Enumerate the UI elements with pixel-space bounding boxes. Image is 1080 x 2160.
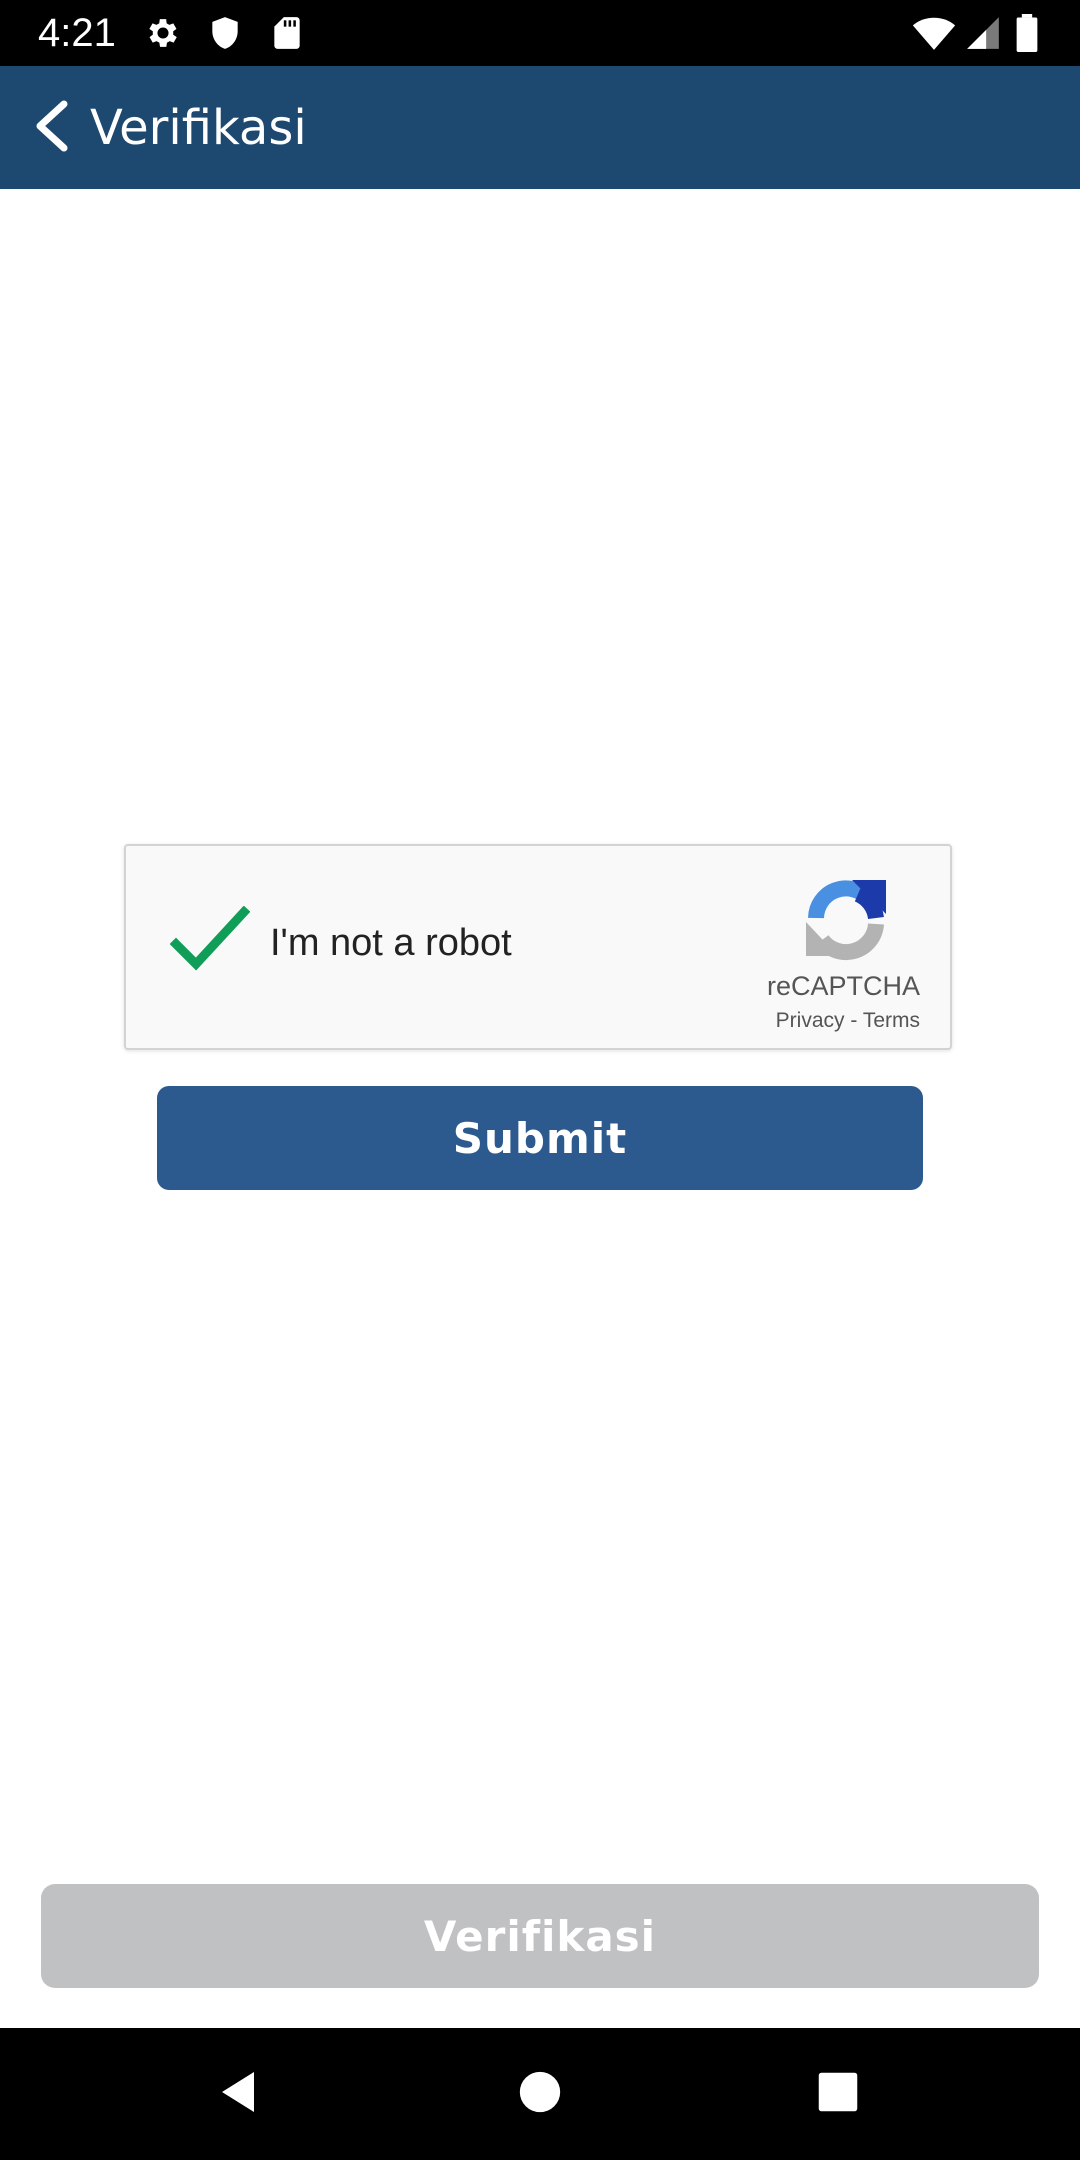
page-title: Verifikasi: [90, 100, 307, 156]
signal-icon: [964, 14, 1002, 52]
battery-icon: [1014, 14, 1040, 53]
nav-back-button[interactable]: [210, 2064, 270, 2124]
nav-home-button[interactable]: [510, 2064, 570, 2124]
system-nav-bar: [0, 2028, 1080, 2160]
terms-link[interactable]: Terms: [863, 1009, 920, 1032]
wifi-icon: [912, 14, 956, 52]
nav-recents-button[interactable]: [808, 2064, 868, 2124]
link-separator: -: [844, 1009, 863, 1032]
recaptcha-brand: reCAPTCHA: [766, 971, 920, 1001]
sd-card-icon: [268, 14, 306, 52]
app-bar: Verifikasi: [0, 66, 1080, 189]
privacy-link[interactable]: Privacy: [776, 1009, 845, 1032]
recents-square-icon: [817, 2071, 859, 2118]
recaptcha-checkbox[interactable]: [169, 905, 251, 978]
recaptcha-label: I'm not a robot: [270, 922, 512, 964]
chevron-left-icon: [32, 100, 72, 157]
shield-icon: [206, 14, 244, 52]
submit-button[interactable]: Submit: [157, 1086, 923, 1190]
back-triangle-icon: [216, 2068, 264, 2121]
verification-screen: 4:21 Verifikasi I'm not a robot reCAPTCH…: [0, 0, 1080, 2160]
checkmark-icon: [169, 905, 251, 982]
status-bar: 4:21: [0, 0, 1080, 66]
verify-button[interactable]: Verifikasi: [41, 1884, 1039, 1988]
recaptcha-logo-icon: [802, 874, 890, 962]
gear-icon: [144, 14, 182, 52]
recaptcha-links: Privacy - Terms: [776, 1008, 920, 1034]
home-circle-icon: [518, 2070, 562, 2119]
recaptcha-widget: I'm not a robot reCAPTCHA Privacy - Term…: [124, 844, 952, 1050]
status-time: 4:21: [38, 11, 116, 55]
back-button[interactable]: [14, 90, 90, 166]
